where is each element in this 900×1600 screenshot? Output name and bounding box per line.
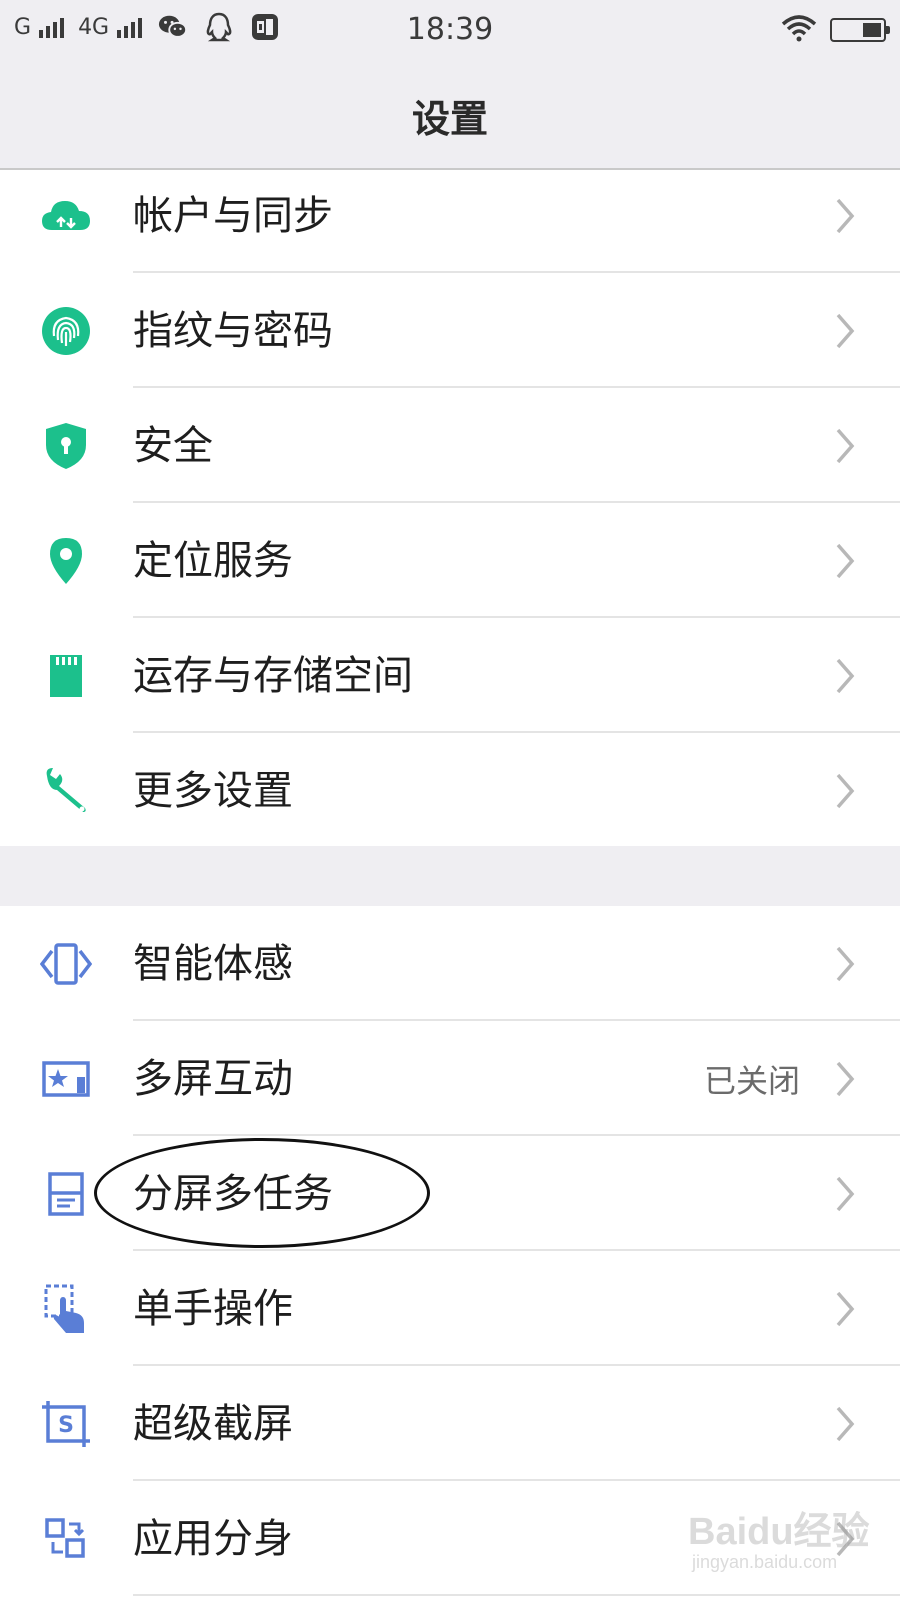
wrench-icon — [40, 765, 92, 817]
sd-card-icon — [40, 650, 92, 702]
chevron-right-icon — [836, 1406, 855, 1442]
settings-item-memory-storage[interactable]: 运存与存储空间 — [0, 618, 900, 733]
battery-icon — [830, 18, 890, 42]
settings-item-label: 应用分身 — [133, 1516, 293, 1562]
section-gap — [0, 846, 900, 906]
chevron-right-icon — [836, 658, 855, 694]
chevron-right-icon — [836, 773, 855, 809]
screenshot-icon: S — [40, 1398, 92, 1450]
settings-item-label: 定位服务 — [133, 538, 293, 584]
wifi-icon — [780, 14, 818, 46]
divider — [133, 1594, 900, 1596]
status-bar: G 4G 18:39 — [0, 0, 900, 60]
title-bar: 设置 — [0, 60, 900, 170]
page-title: 设置 — [411, 97, 488, 141]
watermark-brand: Baidu经验 — [688, 1511, 870, 1553]
chevron-right-icon — [836, 946, 855, 982]
chevron-right-icon — [836, 1291, 855, 1327]
baidu-watermark: Baidu经验 jingyan.baidu.com — [688, 1500, 878, 1584]
status-right — [780, 14, 890, 46]
chevron-right-icon — [836, 1061, 855, 1097]
cloud-sync-icon — [40, 190, 92, 242]
chevron-right-icon — [836, 313, 855, 349]
settings-item-label: 安全 — [133, 423, 213, 469]
settings-item-super-screenshot[interactable]: S 超级截屏 — [0, 1366, 900, 1481]
settings-list-2: 智能体感 多屏互动 已关闭 分屏多任务 单手操作 S 超级截屏 应用分身 — [0, 906, 900, 1596]
status-value: 已关闭 — [703, 1062, 800, 1100]
app-clone-icon — [40, 1513, 92, 1565]
fingerprint-icon — [40, 305, 92, 357]
highlight-ellipse — [94, 1138, 430, 1248]
watermark-url: jingyan.baidu.com — [692, 1552, 838, 1572]
location-pin-icon — [40, 535, 92, 587]
settings-item-label: 帐户与同步 — [133, 193, 333, 239]
settings-list-1: 帐户与同步 指纹与密码 安全 定位服务 运存与存储空间 更多设置 — [0, 158, 900, 848]
settings-item-security[interactable]: 安全 — [0, 388, 900, 503]
chevron-right-icon — [836, 428, 855, 464]
settings-item-more-settings[interactable]: 更多设置 — [0, 733, 900, 848]
split-screen-icon — [40, 1168, 92, 1220]
settings-item-label: 运存与存储空间 — [133, 653, 413, 699]
settings-item-label: 单手操作 — [133, 1286, 293, 1332]
shield-icon — [40, 420, 92, 472]
settings-item-label: 智能体感 — [133, 941, 293, 987]
chevron-right-icon — [836, 543, 855, 579]
settings-item-account-sync[interactable]: 帐户与同步 — [0, 158, 900, 273]
chevron-right-icon — [836, 198, 855, 234]
settings-item-multi-screen[interactable]: 多屏互动 已关闭 — [0, 1021, 900, 1136]
settings-item-fingerprint-password[interactable]: 指纹与密码 — [0, 273, 900, 388]
svg-text:S: S — [58, 1413, 74, 1438]
settings-item-one-hand[interactable]: 单手操作 — [0, 1251, 900, 1366]
clock: 18:39 — [406, 12, 494, 47]
settings-item-label: 更多设置 — [133, 768, 293, 814]
settings-item-label: 多屏互动 — [133, 1056, 293, 1102]
screen-cast-icon — [40, 1053, 92, 1105]
chevron-right-icon — [836, 1176, 855, 1212]
settings-item-smart-motion[interactable]: 智能体感 — [0, 906, 900, 1021]
motion-phone-icon — [40, 938, 92, 990]
one-hand-icon — [40, 1283, 92, 1335]
settings-item-location[interactable]: 定位服务 — [0, 503, 900, 618]
settings-item-label: 指纹与密码 — [133, 308, 333, 354]
settings-item-label: 超级截屏 — [133, 1401, 293, 1447]
